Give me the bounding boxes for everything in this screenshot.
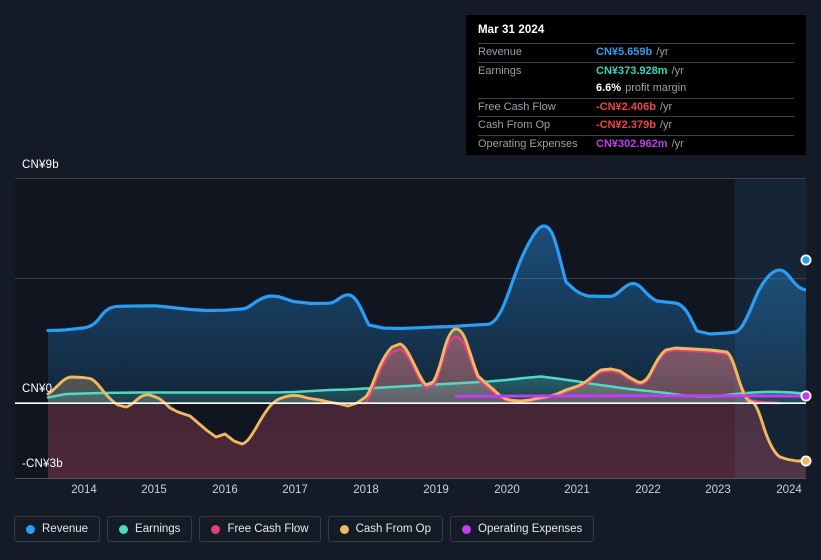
x-axis-label-2015: 2015: [141, 484, 167, 496]
tooltip-value-free-cash-flow: -CN¥2.406b: [596, 100, 656, 113]
legend-label-free-cash-flow: Free Cash Flow: [227, 523, 309, 535]
legend-item-earnings[interactable]: Earnings: [107, 516, 193, 542]
legend-label-earnings: Earnings: [135, 523, 181, 535]
endpoint-revenue: [800, 254, 812, 266]
cash-from-op-dot-icon: [339, 524, 349, 534]
tooltip-label-revenue: Revenue: [478, 46, 523, 58]
tooltip-row-cash-from-op: Cash From Op -CN¥2.379b /yr: [478, 116, 794, 135]
x-axis-label-2019: 2019: [423, 484, 449, 496]
x-axis-label-2014: 2014: [71, 484, 97, 496]
endpoint-cash-from-op: [800, 455, 812, 467]
x-axis-label-2024: 2024: [776, 484, 802, 496]
legend-item-cash-from-op[interactable]: Cash From Op: [327, 516, 444, 542]
tooltip-label-earnings: Earnings: [478, 64, 522, 77]
tooltip-value-earnings: CN¥373.928m: [596, 64, 668, 77]
tooltip-unit-operating-expenses: /yr: [671, 137, 684, 150]
area-cfo-negative: [48, 403, 806, 478]
y-axis-label-bottom: -CN¥3b: [22, 458, 63, 470]
tooltip-row-earnings: Earnings CN¥373.928m /yr: [478, 61, 794, 81]
revenue-dot-icon: [26, 524, 35, 534]
tooltip-unit-free-cash-flow: /yr: [659, 100, 673, 113]
free-cash-flow-dot-icon: [211, 524, 221, 534]
x-axis-label-2016: 2016: [212, 484, 238, 496]
tooltip-value-revenue: CN¥5.659b: [596, 46, 653, 58]
x-axis-label-2022: 2022: [635, 484, 661, 496]
legend-label-revenue: Revenue: [42, 523, 89, 535]
data-point-tooltip: Mar 31 2024 Revenue CN¥5.659b /yr Earnin…: [466, 15, 806, 155]
x-axis-label-2018: 2018: [353, 484, 379, 496]
endpoint-operating-expenses: [800, 390, 812, 402]
tooltip-label-operating-expenses: Operating Expenses: [478, 137, 578, 150]
tooltip-value-cash-from-op: -CN¥2.379b: [596, 119, 656, 131]
x-axis-label-2023: 2023: [705, 484, 731, 496]
tooltip-row-free-cash-flow: Free Cash Flow -CN¥2.406b /yr: [478, 97, 794, 117]
tooltip-row-revenue: Revenue CN¥5.659b /yr: [478, 43, 794, 62]
operating-expenses-dot-icon: [462, 524, 472, 534]
x-axis-label-2021: 2021: [564, 484, 590, 496]
tooltip-unit-revenue: /yr: [656, 46, 669, 58]
y-axis-label-zero: CN¥0: [22, 383, 53, 395]
tooltip-label-free-cash-flow: Free Cash Flow: [478, 100, 556, 113]
tooltip-label-profit-margin: profit margin: [625, 82, 687, 94]
chart-legend: Revenue Earnings Free Cash Flow Cash Fro…: [14, 516, 595, 542]
x-axis-label-2020: 2020: [494, 484, 520, 496]
tooltip-unit-cash-from-op: /yr: [659, 119, 673, 131]
legend-label-operating-expenses: Operating Expenses: [478, 523, 583, 535]
legend-item-revenue[interactable]: Revenue: [14, 516, 101, 542]
tooltip-date: Mar 31 2024: [478, 24, 545, 36]
tooltip-row-operating-expenses: Operating Expenses CN¥302.962m /yr: [478, 134, 794, 154]
earnings-dot-icon: [119, 524, 129, 534]
tooltip-unit-earnings: /yr: [671, 64, 684, 77]
legend-label-cash-from-op: Cash From Op: [355, 523, 432, 535]
y-axis-label-top: CN¥9b: [22, 159, 59, 171]
tooltip-row-profit-margin: 6.6% profit margin: [478, 80, 794, 98]
tooltip-label-cash-from-op: Cash From Op: [478, 119, 551, 131]
tooltip-value-profit-margin: 6.6%: [596, 82, 622, 94]
legend-item-operating-expenses[interactable]: Operating Expenses: [450, 516, 595, 542]
tooltip-value-operating-expenses: CN¥302.962m: [596, 137, 668, 150]
legend-item-free-cash-flow[interactable]: Free Cash Flow: [199, 516, 321, 542]
x-axis-label-2017: 2017: [282, 484, 308, 496]
